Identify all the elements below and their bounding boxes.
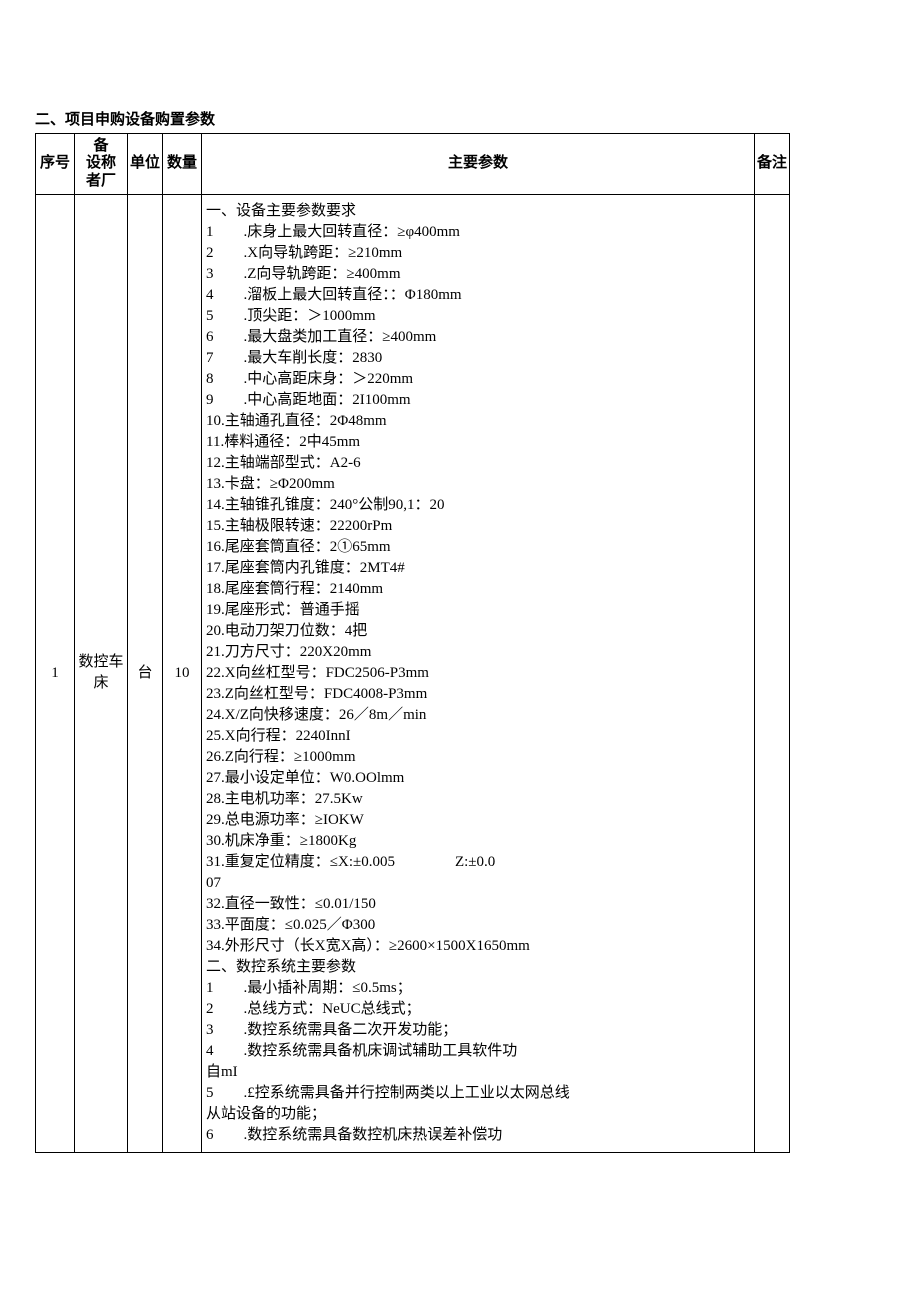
spec-line: 29.总电源功率：≥IOKW — [206, 810, 750, 831]
spec-line: 3 .Z向导轨跨距：≥400mm — [206, 264, 750, 285]
spec-line: 20.电动刀架刀位数：4把 — [206, 621, 750, 642]
spec-line: 28.主电机功率：27.5Kw — [206, 789, 750, 810]
spec-line: 2 .X向导轨跨距：≥210mm — [206, 243, 750, 264]
spec-line: 27.最小设定单位：W0.OOlmm — [206, 768, 750, 789]
table-header-row: 序号 备 设称 者厂 单位 数量 主要参数 备注 — [36, 134, 790, 195]
spec-line: 34.外形尺寸（长X宽X高）：≥2600×1500X1650mm — [206, 936, 750, 957]
header-name-line2: 设称 — [86, 155, 116, 172]
section-title: 二、项目申购设备购置参数 — [35, 110, 790, 131]
spec-line: 自mI — [206, 1062, 750, 1083]
spec-line: 12.主轴端部型式：A2-6 — [206, 453, 750, 474]
spec-line: 1 .床身上最大回转直径：≥φ400mm — [206, 222, 750, 243]
header-index: 序号 — [36, 134, 75, 195]
header-name-line1: 备 — [93, 138, 108, 155]
spec-line: 18.尾座套筒行程：2140mm — [206, 579, 750, 600]
spec-line: 23.Z向丝杠型号：FDC4008-P3mm — [206, 684, 750, 705]
spec-line: 24.X/Z向快移速度：26／8m／min — [206, 705, 750, 726]
cell-spec: 一、设备主要参数要求1 .床身上最大回转直径：≥φ400mm2 .X向导轨跨距：… — [202, 194, 755, 1152]
cell-index: 1 — [36, 194, 75, 1152]
spec-line: 21.刀方尺寸：220X20mm — [206, 642, 750, 663]
spec-line: 07 — [206, 873, 750, 894]
spec-line: 22.X向丝杠型号：FDC2506-P3mm — [206, 663, 750, 684]
spec-line: 6 .最大盘类加工直径：≥400mm — [206, 327, 750, 348]
spec-line: 11.棒料通径：2中45mm — [206, 432, 750, 453]
spec-line: 17.尾座套筒内孔锥度：2MT4# — [206, 558, 750, 579]
header-note: 备注 — [755, 134, 790, 195]
spec-line: 25.X向行程：2240InnI — [206, 726, 750, 747]
cell-qty: 10 — [163, 194, 202, 1152]
spec-line: 30.机床净重：≥1800Kg — [206, 831, 750, 852]
spec-line: 7 .最大车削长度：2830 — [206, 348, 750, 369]
spec-line: 32.直径一致性：≤0.01/150 — [206, 894, 750, 915]
spec-line: 6 .数控系统需具备数控机床热误差补偿功 — [206, 1125, 750, 1146]
spec-line: 19.尾座形式：普通手摇 — [206, 600, 750, 621]
spec-line: 31.重复定位精度：≤X:±0.005 Z:±0.0 — [206, 852, 750, 873]
cell-note — [755, 194, 790, 1152]
spec-line: 9 .中心高距地面：2I100mm — [206, 390, 750, 411]
spec-line: 1 .最小插补周期：≤0.5ms； — [206, 978, 750, 999]
header-spec: 主要参数 — [202, 134, 755, 195]
spec-line: 15.主轴极限转速：22200rPm — [206, 516, 750, 537]
spec-line: 二、数控系统主要参数 — [206, 957, 750, 978]
header-unit: 单位 — [128, 134, 163, 195]
cell-name: 数控车床 — [75, 194, 128, 1152]
spec-line: 8 .中心高距床身：＞220mm — [206, 369, 750, 390]
table-row: 1 数控车床 台 10 一、设备主要参数要求1 .床身上最大回转直径：≥φ400… — [36, 194, 790, 1152]
header-qty: 数量 — [163, 134, 202, 195]
spec-line: 从站设备的功能； — [206, 1104, 750, 1125]
spec-line: 14.主轴锥孔锥度：240°公制90,1：20 — [206, 495, 750, 516]
spec-line: 16.尾座套筒直径：2①65mm — [206, 537, 750, 558]
spec-line: 4 .溜板上最大回转直径：：Φ180mm — [206, 285, 750, 306]
header-name-line3: 者厂 — [86, 173, 116, 190]
spec-line: 一、设备主要参数要求 — [206, 201, 750, 222]
spec-line: 10.主轴通孔直径：2Φ48mm — [206, 411, 750, 432]
spec-line: 4 .数控系统需具备机床调试辅助工具软件功 — [206, 1041, 750, 1062]
spec-line: 5 .顶尖距：＞1000mm — [206, 306, 750, 327]
spec-line: 5 .£控系统需具备并行控制两类以上工业以太网总线 — [206, 1083, 750, 1104]
spec-line: 13.卡盘：≥Φ200mm — [206, 474, 750, 495]
header-name: 备 设称 者厂 — [75, 134, 128, 195]
spec-line: 3 .数控系统需具备二次开发功能； — [206, 1020, 750, 1041]
spec-line: 2 .总线方式：NeUC总线式； — [206, 999, 750, 1020]
cell-unit: 台 — [128, 194, 163, 1152]
equipment-table: 序号 备 设称 者厂 单位 数量 主要参数 备注 1 数控车床 — [35, 133, 790, 1153]
spec-line: 33.平面度：≤0.025／Φ300 — [206, 915, 750, 936]
spec-line: 26.Z向行程：≥1000mm — [206, 747, 750, 768]
